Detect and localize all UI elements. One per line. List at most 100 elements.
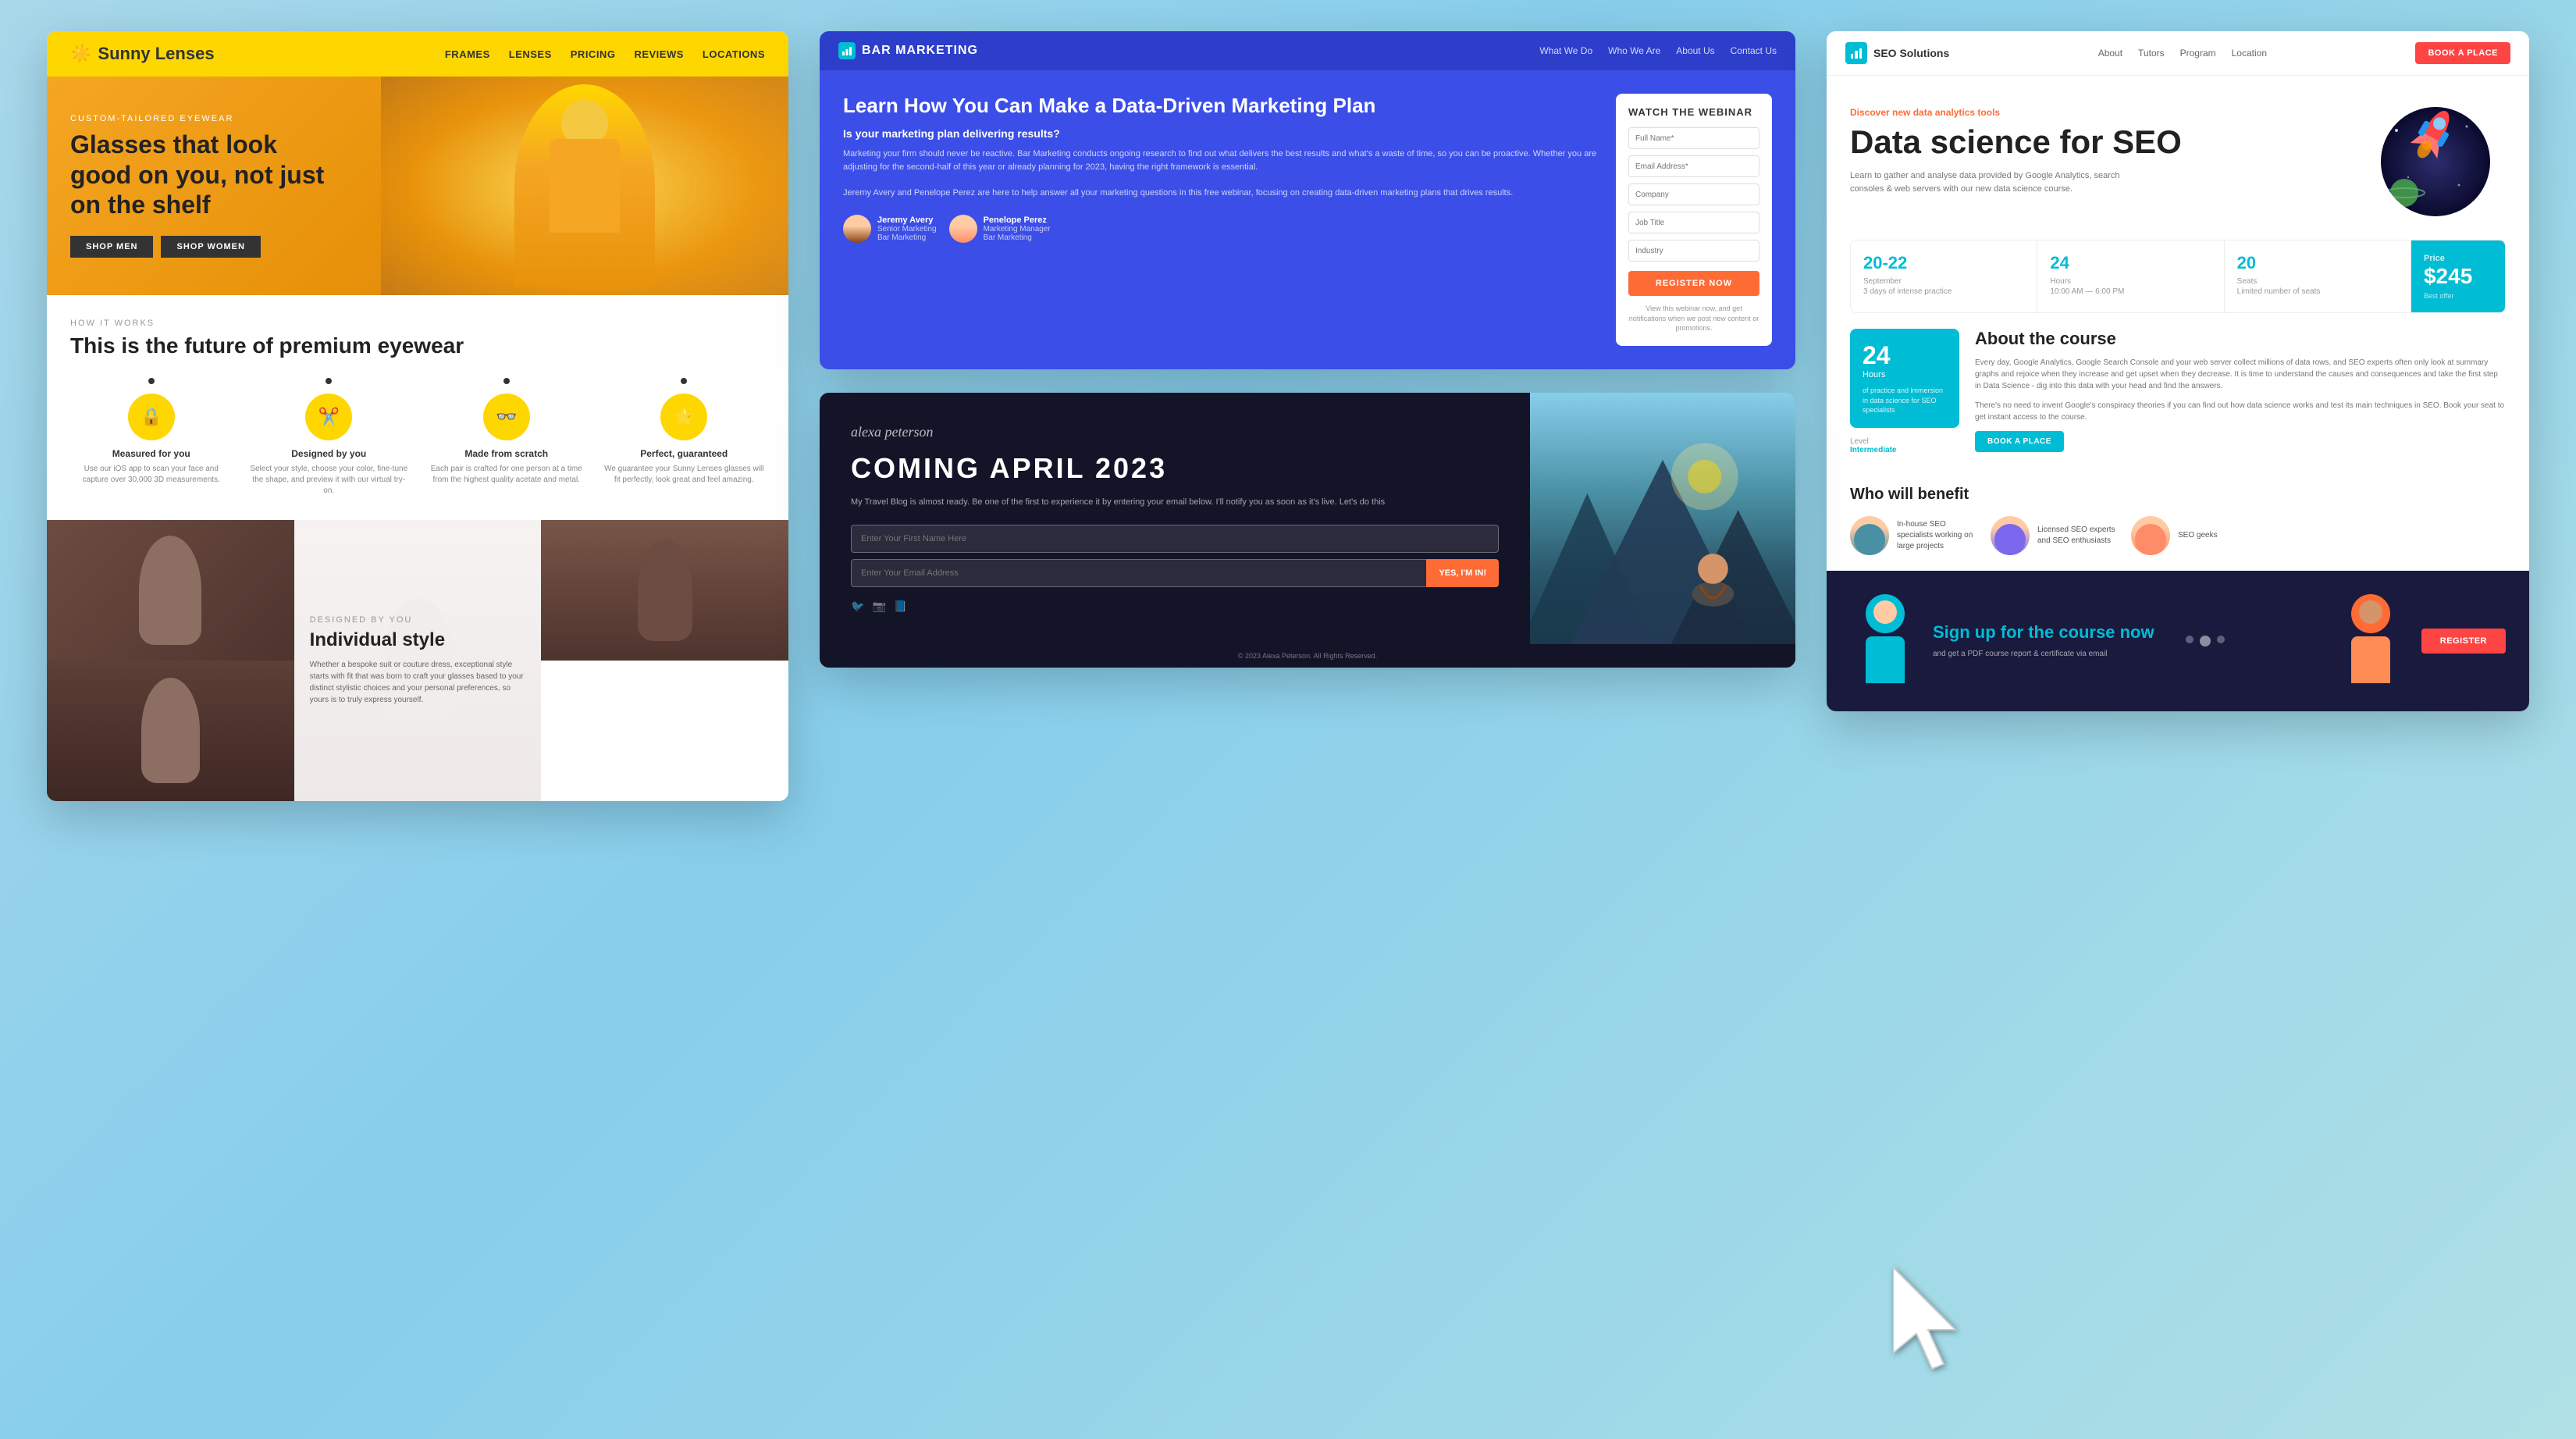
bm-speaker-1: Jeremy Avery Senior Marketing Bar Market…	[843, 215, 937, 243]
bm-form-note: View this webinar now, and get notificat…	[1628, 304, 1759, 333]
bm-industry-input[interactable]	[1628, 240, 1759, 262]
alexa-content: alexa peterson COMING APRIL 2023 My Trav…	[820, 393, 1795, 644]
bm-nav-about[interactable]: About Us	[1676, 45, 1714, 56]
bm-company-input[interactable]	[1628, 183, 1759, 205]
alexa-left: alexa peterson COMING APRIL 2023 My Trav…	[820, 393, 1530, 644]
feature-icon-3: 👓	[483, 394, 530, 440]
sl-logo-text: Sunny Lenses	[98, 44, 214, 64]
bm-register-button[interactable]: REGISTER NOW	[1628, 271, 1759, 296]
seo-hero-right	[2381, 107, 2506, 216]
seo-about-desc1: Every day, Google Analytics, Google Sear…	[1975, 357, 2506, 392]
seo-signup-section: Sign up for the course now and get a PDF…	[1827, 571, 2529, 711]
alexa-title: COMING APRIL 2023	[851, 453, 1499, 484]
bm-logo-icon	[838, 42, 856, 59]
bm-speaker-info-2: Penelope Perez Marketing Manager Bar Mar…	[984, 215, 1051, 242]
instagram-icon[interactable]: 📷	[872, 600, 885, 613]
seo-stat-seats-label: Seats	[2237, 276, 2398, 287]
sl-hero: CUSTOM-TAILORED EYEWEAR Glasses that loo…	[47, 77, 788, 295]
alexa-desc: My Travel Blog is almost ready. Be one o…	[851, 496, 1499, 509]
twitter-icon[interactable]: 🐦	[851, 600, 864, 613]
bm-subtitle: Is your marketing plan delivering result…	[843, 127, 1600, 140]
bm-fullname-input[interactable]	[1628, 127, 1759, 149]
seo-rocket-circle	[2381, 107, 2490, 216]
seo-stat-value-hours: 24	[2050, 253, 2211, 273]
seo-place-button[interactable]: BOOK A PLACE	[1975, 431, 2064, 452]
feature-desc-1: Use our iOS app to scan your face and ca…	[70, 464, 233, 486]
seo-stat-value-dates: 20-22	[1863, 253, 2024, 273]
feature-title-1: Measured for you	[70, 448, 233, 459]
seo-who-item-1: In-house SEO specialists working on larg…	[1850, 516, 1975, 555]
bm-speaker-company-2: Bar Marketing	[984, 233, 1051, 242]
seo-logo: SEO Solutions	[1845, 42, 1949, 64]
feature-title-2: Designed by you	[248, 448, 411, 459]
seo-who-text-2: Licensed SEO experts and SEO enthusiasts	[2037, 525, 2115, 547]
panel-middle: BAR MARKETING What We Do Who We Are Abou…	[820, 31, 1795, 668]
sl-hero-buttons: SHOP MEN SHOP WOMEN	[70, 236, 336, 258]
seo-stat-month: September	[1863, 276, 2024, 287]
gallery-cell-4	[47, 661, 294, 801]
seo-who-text-3: SEO geeks	[2178, 530, 2218, 541]
seo-hero-title: Data science for SEO	[1850, 124, 2365, 160]
seo-stat-hours-sub: 10:00 AM — 6:00 PM	[2050, 287, 2211, 297]
seo-about-left: 24 Hours of practice and immersion in da…	[1850, 329, 1959, 454]
panel-alexa-peterson: alexa peterson COMING APRIL 2023 My Trav…	[820, 393, 1795, 668]
nav-pricing[interactable]: PRICING	[571, 48, 616, 60]
shop-men-button[interactable]: SHOP MEN	[70, 236, 153, 258]
bm-desc: Marketing your firm should never be reac…	[843, 148, 1600, 199]
bm-speaker-company-1: Bar Marketing	[877, 233, 937, 242]
bm-speaker-role-1: Senior Marketing	[877, 225, 937, 233]
seo-navbar: SEO Solutions About Tutors Program Locat…	[1827, 31, 2529, 76]
gallery-title: Individual style	[310, 629, 526, 651]
alexa-cta-button[interactable]: YES, I'M IN!	[1426, 559, 1499, 587]
bm-speaker-role-2: Marketing Manager	[984, 225, 1051, 233]
seo-who-avatar-1	[1850, 516, 1889, 555]
seo-about-level-value: Intermediate	[1850, 446, 1959, 454]
feature-dot-3	[503, 378, 510, 384]
seo-signup-left: Sign up for the course now and get a PDF…	[1850, 594, 2312, 688]
alexa-name-input[interactable]	[851, 525, 1499, 553]
seo-book-button[interactable]: BOOK A PLACE	[2415, 42, 2510, 64]
seo-nav-location[interactable]: Location	[2232, 48, 2267, 59]
bm-logo: BAR MARKETING	[838, 42, 978, 59]
seo-stat-price-sub: Best offer	[2424, 292, 2492, 300]
alexa-email-input[interactable]	[851, 559, 1426, 587]
bm-nav-who[interactable]: Who We Are	[1608, 45, 1660, 56]
bm-speaker-2: Penelope Perez Marketing Manager Bar Mar…	[949, 215, 1051, 243]
shop-women-button[interactable]: SHOP WOMEN	[161, 236, 260, 258]
seo-nav-tutors[interactable]: Tutors	[2138, 48, 2165, 59]
seo-hero: Discover new data analytics tools Data s…	[1827, 76, 2529, 240]
bm-nav-what[interactable]: What We Do	[1539, 45, 1592, 56]
facebook-icon[interactable]: 📘	[894, 600, 907, 613]
nav-frames[interactable]: FRAMES	[445, 48, 490, 60]
nav-lenses[interactable]: LENSES	[509, 48, 552, 60]
feature-measured: 🔒 Measured for you Use our iOS app to sc…	[70, 378, 233, 497]
seo-who-item-2: Licensed SEO experts and SEO enthusiasts	[1991, 516, 2115, 555]
seo-about-level-label: Level	[1850, 437, 1959, 446]
seo-nav-links: About Tutors Program Location	[2098, 48, 2267, 59]
seo-about-title: About the course	[1975, 329, 2506, 349]
seo-stat-seats: 20 Seats Limited number of seats	[2225, 240, 2411, 312]
seo-register-button[interactable]: REGISTER	[2421, 629, 2506, 654]
seo-nav-program[interactable]: Program	[2180, 48, 2216, 59]
bm-right: WATCH THE WEBINAR REGISTER NOW View this…	[1616, 94, 1772, 346]
gallery-label: DESIGNED BY YOU	[310, 615, 526, 625]
seo-about-level: Level Intermediate	[1850, 437, 1959, 454]
sl-logo: ☀️ Sunny Lenses	[70, 44, 215, 64]
seo-about: 24 Hours of practice and immersion in da…	[1850, 329, 2506, 454]
seo-who-title: Who will benefit	[1850, 486, 2506, 504]
feature-dot-2	[326, 378, 332, 384]
seo-who-section: Who will benefit In-house SEO specialist…	[1827, 470, 2529, 571]
seo-logo-icon	[1845, 42, 1867, 64]
nav-locations[interactable]: LOCATIONS	[703, 48, 765, 60]
bm-nav-contact[interactable]: Contact Us	[1731, 45, 1777, 56]
bm-logo-text: BAR MARKETING	[862, 44, 978, 58]
seo-stat-hours: 24 Hours 10:00 AM — 6:00 PM	[2037, 240, 2224, 312]
seo-signup-text: Sign up for the course now and get a PDF…	[1933, 622, 2154, 660]
sl-hero-title: Glasses that look good on you, not just …	[70, 130, 336, 219]
bm-jobtitle-input[interactable]	[1628, 212, 1759, 233]
bm-email-input[interactable]	[1628, 155, 1759, 177]
bm-speaker-name-2: Penelope Perez	[984, 215, 1051, 225]
nav-reviews[interactable]: REVIEWS	[634, 48, 683, 60]
seo-nav-about[interactable]: About	[2098, 48, 2122, 59]
seo-about-detail: of practice and immersion in data scienc…	[1863, 386, 1947, 415]
